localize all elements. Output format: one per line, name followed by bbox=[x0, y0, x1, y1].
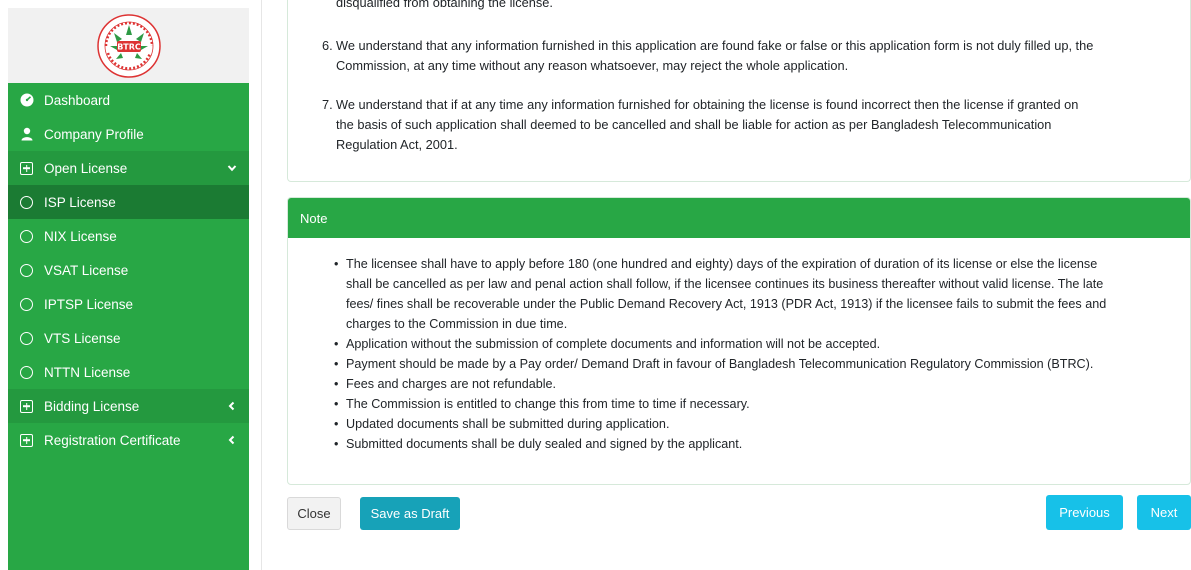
clipped-clause-text: disqualified from obtaining the license. bbox=[336, 0, 553, 10]
item-line: the basis of such application shall deem… bbox=[336, 117, 1052, 132]
note-list: The licensee shall have to apply before … bbox=[334, 254, 1160, 454]
list-item-line: shall be cancelled as per law and penal … bbox=[346, 277, 1104, 291]
note-header: Note bbox=[288, 198, 1190, 238]
item-line: We understand that if at any time any in… bbox=[336, 97, 1079, 112]
close-button[interactable]: Close bbox=[287, 497, 341, 530]
chevron-down-icon bbox=[227, 165, 237, 172]
chevron-left-icon bbox=[228, 401, 235, 411]
btrc-logo[interactable]: BTRC bbox=[96, 13, 162, 79]
next-button[interactable]: Next bbox=[1137, 495, 1191, 530]
sidebar-item-label: NIX License bbox=[44, 228, 117, 244]
sidebar-item-label: ISP License bbox=[44, 194, 116, 210]
list-item: Fees and charges are not refundable. bbox=[334, 374, 1160, 394]
circle-icon bbox=[20, 263, 33, 277]
note-card: Note The licensee shall have to apply be… bbox=[287, 197, 1191, 485]
sidebar-item-label: NTTN License bbox=[44, 364, 131, 380]
declaration-item-6: 6. We understand that any information fu… bbox=[322, 36, 1166, 76]
user-icon bbox=[21, 127, 33, 141]
item-line: We understand that any information furni… bbox=[336, 38, 1094, 53]
list-item: Application without the submission of co… bbox=[334, 334, 1160, 354]
sidebar-item-isp-license[interactable]: ISP License bbox=[8, 185, 249, 219]
logo-area: BTRC bbox=[8, 8, 249, 83]
sidebar-item-label: Company Profile bbox=[44, 126, 144, 142]
sidebar-item-nttn-license[interactable]: NTTN License bbox=[8, 355, 249, 389]
declaration-item-7: 7. We understand that if at any time any… bbox=[322, 95, 1166, 155]
page: BTRC Dashboard Company Profile Open Lice… bbox=[0, 0, 1191, 570]
sidebar: BTRC Dashboard Company Profile Open Lice… bbox=[8, 8, 249, 570]
item-line: Regulation Act, 2001. bbox=[336, 137, 458, 152]
list-item: The licensee shall have to apply before … bbox=[334, 254, 1160, 334]
item-line: Commission, at any time without any reas… bbox=[336, 58, 849, 73]
sidebar-item-vts-license[interactable]: VTS License bbox=[8, 321, 249, 355]
logo-text: BTRC bbox=[117, 42, 141, 51]
list-item-line: fees/ fines shall be recoverable under t… bbox=[346, 297, 1107, 311]
sidebar-menu: Dashboard Company Profile Open License I… bbox=[8, 83, 249, 457]
sidebar-item-open-license[interactable]: Open License bbox=[8, 151, 249, 185]
sidebar-item-label: Open License bbox=[44, 160, 128, 176]
circle-icon bbox=[20, 195, 33, 209]
sidebar-item-label: Registration Certificate bbox=[44, 432, 181, 448]
sidebar-item-company-profile[interactable]: Company Profile bbox=[8, 117, 249, 151]
sidebar-item-registration-certificate[interactable]: Registration Certificate bbox=[8, 423, 249, 457]
sidebar-divider bbox=[261, 0, 262, 570]
item-number: 6. bbox=[322, 38, 333, 53]
declarations-card: disqualified from obtaining the license.… bbox=[287, 0, 1191, 182]
sidebar-item-iptsp-license[interactable]: IPTSP License bbox=[8, 287, 249, 321]
chevron-left-icon bbox=[228, 435, 235, 445]
sidebar-item-vsat-license[interactable]: VSAT License bbox=[8, 253, 249, 287]
main-content: disqualified from obtaining the license.… bbox=[287, 0, 1191, 570]
save-as-draft-button[interactable]: Save as Draft bbox=[360, 497, 460, 530]
list-item: Payment should be made by a Pay order/ D… bbox=[334, 354, 1160, 374]
sidebar-item-bidding-license[interactable]: Bidding License bbox=[8, 389, 249, 423]
list-item: The Commission is entitled to change thi… bbox=[334, 394, 1160, 414]
sidebar-item-label: IPTSP License bbox=[44, 296, 134, 312]
sidebar-item-label: Dashboard bbox=[44, 92, 111, 108]
list-item: Updated documents shall be submitted dur… bbox=[334, 414, 1160, 434]
sidebar-item-label: Bidding License bbox=[44, 398, 140, 414]
dashboard-icon bbox=[20, 93, 34, 107]
sidebar-item-label: VSAT License bbox=[44, 262, 129, 278]
plus-square-icon bbox=[20, 399, 33, 413]
item-number: 7. bbox=[322, 97, 333, 112]
list-item-line: charges to the Commission in due time. bbox=[346, 317, 568, 331]
list-item: Submitted documents shall be duly sealed… bbox=[334, 434, 1160, 454]
sidebar-item-nix-license[interactable]: NIX License bbox=[8, 219, 249, 253]
circle-icon bbox=[20, 365, 33, 379]
plus-square-icon bbox=[20, 433, 33, 447]
list-item-line: The licensee shall have to apply before … bbox=[346, 257, 1098, 271]
circle-icon bbox=[20, 331, 33, 345]
sidebar-item-label: VTS License bbox=[44, 330, 121, 346]
sidebar-item-dashboard[interactable]: Dashboard bbox=[8, 83, 249, 117]
previous-button[interactable]: Previous bbox=[1046, 495, 1123, 530]
plus-square-icon bbox=[20, 161, 33, 175]
circle-icon bbox=[20, 297, 33, 311]
circle-icon bbox=[20, 229, 33, 243]
